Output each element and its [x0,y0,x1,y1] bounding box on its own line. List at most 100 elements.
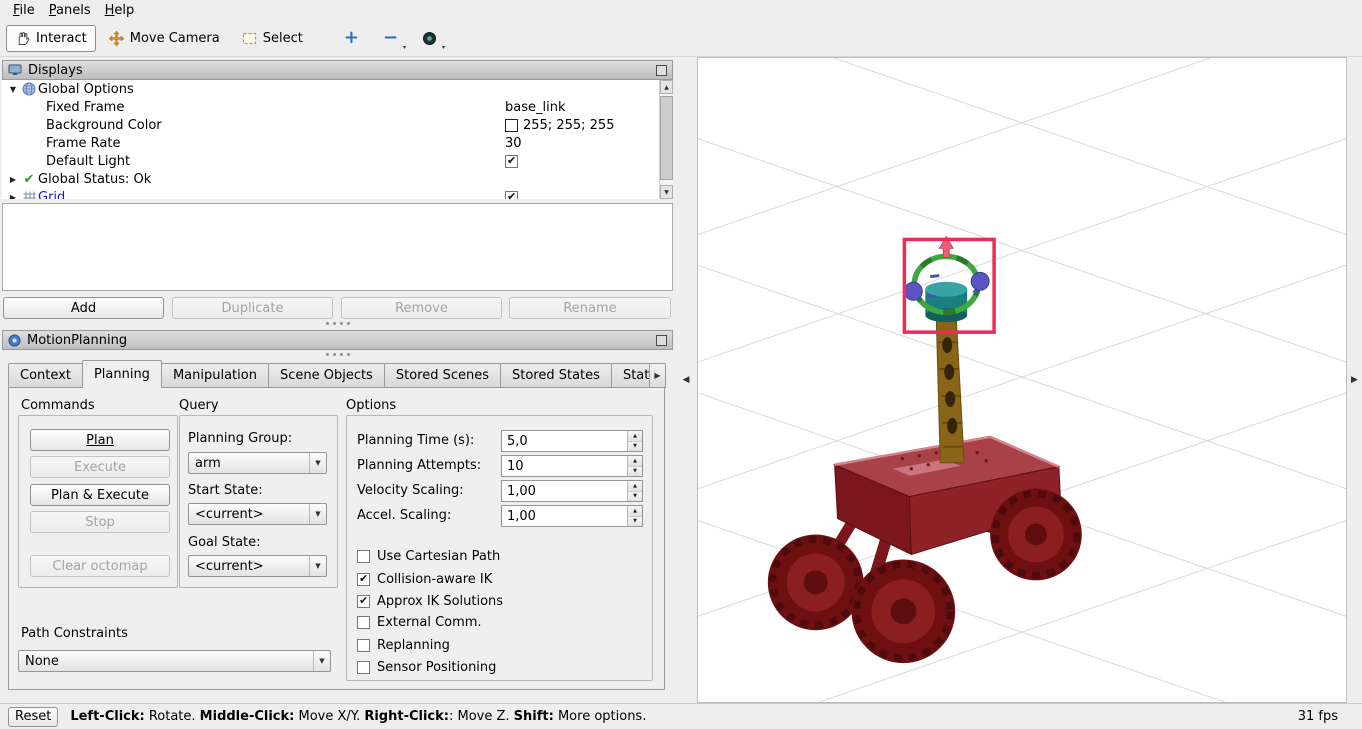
grid-display-label[interactable]: Grid [38,190,65,200]
velocity-scaling-input[interactable]: 1,00 ▲ ▼ [501,480,643,502]
tab-planning[interactable]: Planning [81,360,162,388]
spin-up-icon[interactable]: ▲ [628,456,642,467]
viewport-splitter[interactable]: ◀ [675,57,697,703]
selection-marquee-icon [242,31,257,46]
tab-scene-objects[interactable]: Scene Objects [267,363,385,388]
global-options-row[interactable]: ▼ Global Options [2,80,673,98]
add-display-button[interactable]: Add [3,297,164,319]
scrollbar-thumb[interactable] [660,96,673,180]
clear-octomap-button[interactable]: Clear octomap [30,555,170,577]
add-tool-button[interactable]: + [334,25,369,52]
tab-stored-scenes[interactable]: Stored Scenes [383,363,501,388]
fixed-frame-row[interactable]: Fixed Frame base_link [2,98,673,116]
path-constraints-label: Path Constraints [21,626,128,641]
use-cartesian-path-row[interactable]: Use Cartesian Path [357,547,500,565]
move-camera-tool-button[interactable]: Move Camera [100,25,229,52]
dock-splitter-handle[interactable] [326,322,350,325]
scroll-down-ic[interactable]: ▼ [660,185,673,199]
menu-file[interactable]: File [6,2,42,19]
dock-splitter-handle[interactable] [326,353,350,356]
render-viewport[interactable] [697,57,1347,703]
collision-aware-ik-row[interactable]: Collision-aware IK [357,570,492,588]
menu-panels[interactable]: Panels [42,2,98,19]
background-color-row[interactable]: Background Color 255; 255; 255 [2,116,673,134]
tab-context[interactable]: Context [8,363,83,388]
expand-arrow-icon[interactable]: ▶ [6,175,20,184]
background-color-value[interactable]: 255; 255; 255 [523,118,614,133]
goal-state-select[interactable]: <current> ▼ [188,555,327,577]
path-constraints-select[interactable]: None ▼ [18,650,331,672]
fixed-frame-value[interactable]: base_link [505,100,565,115]
collision-aware-ik-checkbox[interactable] [357,572,370,586]
collapse-left-icon[interactable]: ◀ [683,375,690,385]
sensor-positioning-checkbox[interactable] [357,660,370,674]
rename-display-button[interactable]: Rename [509,297,671,319]
select-tool-button[interactable]: Select [233,25,312,52]
chevron-down-icon: ▼ [309,453,326,473]
background-color-swatch[interactable] [505,118,518,132]
menu-help-label: H [104,2,115,18]
frame-rate-value[interactable]: 30 [505,136,522,151]
marker-handle-right[interactable] [970,271,990,291]
remove-tool-button[interactable]: − ▾ [373,25,408,52]
planning-time-input[interactable]: 5,0 ▲ ▼ [501,430,643,452]
external-comm-checkbox[interactable] [357,615,370,629]
plan-and-execute-button[interactable]: Plan & Execute [30,484,170,506]
menu-help[interactable]: Help [98,2,142,19]
query-section-label: Query [179,398,219,413]
default-light-checkbox[interactable] [505,154,518,168]
scroll-up-icon[interactable]: ▲ [660,80,673,94]
displays-panel-icon [8,64,22,76]
motionplanning-float-button[interactable] [656,334,667,346]
spin-up-icon[interactable]: ▲ [628,431,642,442]
displays-float-button[interactable] [656,64,667,76]
motionplanning-panel-title: MotionPlanning [27,332,128,348]
marker-handle-left[interactable] [903,281,923,301]
collapse-arrow-icon[interactable]: ▼ [6,85,20,94]
collapse-right-icon[interactable]: ▶ [1351,375,1358,385]
spin-up-icon[interactable]: ▲ [628,506,642,517]
spin-down-icon[interactable]: ▼ [628,441,642,451]
reset-button[interactable]: Reset [8,706,59,727]
motionplanning-panel-titlebar[interactable]: MotionPlanning [2,330,673,350]
accel-scaling-input[interactable]: 1,00 ▲ ▼ [501,505,643,527]
tab-manipulation[interactable]: Manipulation [160,363,269,388]
interact-tool-button[interactable]: Interact [6,24,96,52]
planning-attempts-label: Planning Attempts: [357,458,482,473]
sensor-positioning-row[interactable]: Sensor Positioning [357,658,496,676]
frame-rate-row[interactable]: Frame Rate 30 [2,134,673,152]
replanning-row[interactable]: Replanning [357,636,450,654]
start-state-select[interactable]: <current> ▼ [188,503,327,525]
default-light-row[interactable]: Default Light [2,152,673,170]
replanning-checkbox[interactable] [357,638,370,652]
spin-down-icon[interactable]: ▼ [628,491,642,501]
tab-scroll-right-button[interactable]: ▶ [649,363,666,388]
planning-attempts-input[interactable]: 10 ▲ ▼ [501,455,643,477]
toolbar: Interact Move Camera Select + − ▾ ▾ [0,20,1362,57]
stop-button[interactable]: Stop [30,511,170,533]
grid-enabled-checkbox[interactable] [505,190,518,199]
tool-properties-button[interactable]: ▾ [412,25,447,52]
tab-stored-states[interactable]: Stored States [500,363,612,388]
spin-down-icon[interactable]: ▼ [628,516,642,526]
duplicate-display-button[interactable]: Duplicate [172,297,333,319]
global-status-row[interactable]: ▶ ✔ Global Status: Ok [2,170,673,188]
velocity-scaling-label: Velocity Scaling: [357,483,464,498]
grid-row[interactable]: ▶ Grid [2,188,673,199]
tree-scrollbar[interactable]: ▲ ▼ [659,80,673,199]
remove-display-button[interactable]: Remove [341,297,502,319]
spin-up-icon[interactable]: ▲ [628,481,642,492]
planning-group-select[interactable]: arm ▼ [188,452,327,474]
execute-button[interactable]: Execute [30,456,170,478]
use-cartesian-path-checkbox[interactable] [357,549,370,563]
expand-arrow-icon[interactable]: ▶ [6,193,20,200]
spin-down-icon[interactable]: ▼ [628,466,642,476]
hand-cursor-icon [15,31,30,46]
right-splitter[interactable]: ▶ [1347,57,1362,703]
external-comm-row[interactable]: External Comm. [357,613,482,631]
displays-panel-titlebar[interactable]: Displays [2,60,673,80]
approx-ik-solutions-row[interactable]: Approx IK Solutions [357,592,503,610]
approx-ik-solutions-checkbox[interactable] [357,594,370,608]
status-bar: Reset Left-Click: Rotate. Middle-Click: … [0,703,1362,729]
plan-button[interactable]: Plan [30,429,170,451]
